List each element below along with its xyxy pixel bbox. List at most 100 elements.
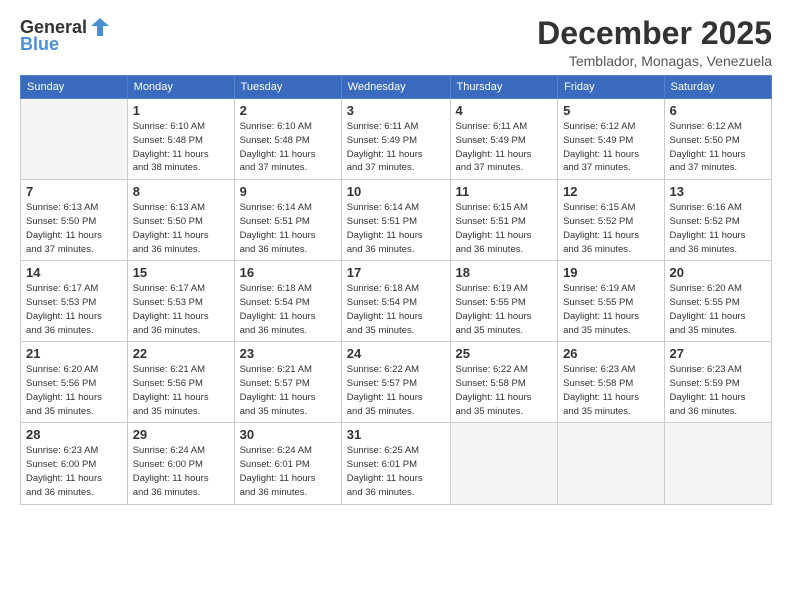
day-number: 19 xyxy=(563,265,658,280)
day-number: 27 xyxy=(670,346,766,361)
month-title: December 2025 xyxy=(537,16,772,51)
table-row: 23 Sunrise: 6:21 AM Sunset: 5:57 PM Dayli… xyxy=(234,342,341,423)
day-number: 20 xyxy=(670,265,766,280)
day-number: 31 xyxy=(347,427,445,442)
day-info: Sunrise: 6:18 AM Sunset: 5:54 PM Dayligh… xyxy=(347,282,445,337)
day-info: Sunrise: 6:10 AM Sunset: 5:48 PM Dayligh… xyxy=(240,120,336,175)
table-row: 18 Sunrise: 6:19 AM Sunset: 5:55 PM Dayli… xyxy=(450,261,558,342)
day-info: Sunrise: 6:12 AM Sunset: 5:50 PM Dayligh… xyxy=(670,120,766,175)
day-info: Sunrise: 6:21 AM Sunset: 5:57 PM Dayligh… xyxy=(240,363,336,418)
table-row: 1Sunrise: 6:10 AM Sunset: 5:48 PM Daylig… xyxy=(127,99,234,180)
day-info: Sunrise: 6:22 AM Sunset: 5:57 PM Dayligh… xyxy=(347,363,445,418)
day-number: 12 xyxy=(563,184,658,199)
day-info: Sunrise: 6:24 AM Sunset: 6:01 PM Dayligh… xyxy=(240,444,336,499)
day-info: Sunrise: 6:15 AM Sunset: 5:51 PM Dayligh… xyxy=(456,201,553,256)
day-number: 4 xyxy=(456,103,553,118)
day-info: Sunrise: 6:14 AM Sunset: 5:51 PM Dayligh… xyxy=(240,201,336,256)
day-info: Sunrise: 6:20 AM Sunset: 5:56 PM Dayligh… xyxy=(26,363,122,418)
day-number: 1 xyxy=(133,103,229,118)
header-row: Sunday Monday Tuesday Wednesday Thursday… xyxy=(21,76,772,99)
table-row: 14 Sunrise: 6:17 AM Sunset: 5:53 PM Dayli… xyxy=(21,261,128,342)
day-info: Sunrise: 6:24 AM Sunset: 6:00 PM Dayligh… xyxy=(133,444,229,499)
table-row: 16 Sunrise: 6:18 AM Sunset: 5:54 PM Dayli… xyxy=(234,261,341,342)
table-row: 15 Sunrise: 6:17 AM Sunset: 5:53 PM Dayli… xyxy=(127,261,234,342)
table-row: 11 Sunrise: 6:15 AM Sunset: 5:51 PM Dayli… xyxy=(450,180,558,261)
day-number: 22 xyxy=(133,346,229,361)
table-row: 29 Sunrise: 6:24 AM Sunset: 6:00 PM Dayli… xyxy=(127,423,234,504)
header-friday: Friday xyxy=(558,76,664,99)
day-number: 23 xyxy=(240,346,336,361)
location-subtitle: Temblador, Monagas, Venezuela xyxy=(537,53,772,69)
day-info: Sunrise: 6:13 AM Sunset: 5:50 PM Dayligh… xyxy=(26,201,122,256)
day-info: Sunrise: 6:13 AM Sunset: 5:50 PM Dayligh… xyxy=(133,201,229,256)
day-info: Sunrise: 6:19 AM Sunset: 5:55 PM Dayligh… xyxy=(456,282,553,337)
table-row: 22 Sunrise: 6:21 AM Sunset: 5:56 PM Dayli… xyxy=(127,342,234,423)
day-info: Sunrise: 6:25 AM Sunset: 6:01 PM Dayligh… xyxy=(347,444,445,499)
table-row: 2 Sunrise: 6:10 AM Sunset: 5:48 PM Daylig… xyxy=(234,99,341,180)
logo-blue: Blue xyxy=(20,34,59,55)
day-number: 10 xyxy=(347,184,445,199)
table-row: 4 Sunrise: 6:11 AM Sunset: 5:49 PM Daylig… xyxy=(450,99,558,180)
day-number: 14 xyxy=(26,265,122,280)
logo-area: General Blue xyxy=(20,16,111,55)
day-number: 9 xyxy=(240,184,336,199)
day-number: 24 xyxy=(347,346,445,361)
table-row: 13 Sunrise: 6:16 AM Sunset: 5:52 PM Dayli… xyxy=(664,180,771,261)
day-info: Sunrise: 6:12 AM Sunset: 5:49 PM Dayligh… xyxy=(563,120,658,175)
table-row: 10 Sunrise: 6:14 AM Sunset: 5:51 PM Dayli… xyxy=(341,180,450,261)
logo-bird-icon xyxy=(89,16,111,38)
table-row: 5Sunrise: 6:12 AM Sunset: 5:49 PM Daylig… xyxy=(558,99,664,180)
day-info: Sunrise: 6:23 AM Sunset: 5:59 PM Dayligh… xyxy=(670,363,766,418)
header-thursday: Thursday xyxy=(450,76,558,99)
table-row: 26Sunrise: 6:23 AM Sunset: 5:58 PM Dayli… xyxy=(558,342,664,423)
day-number: 15 xyxy=(133,265,229,280)
day-number: 6 xyxy=(670,103,766,118)
day-info: Sunrise: 6:19 AM Sunset: 5:55 PM Dayligh… xyxy=(563,282,658,337)
day-info: Sunrise: 6:23 AM Sunset: 6:00 PM Dayligh… xyxy=(26,444,122,499)
table-row: 28 Sunrise: 6:23 AM Sunset: 6:00 PM Dayli… xyxy=(21,423,128,504)
day-info: Sunrise: 6:11 AM Sunset: 5:49 PM Dayligh… xyxy=(347,120,445,175)
page: General Blue December 2025 Temblador, Mo… xyxy=(0,0,792,612)
day-number: 3 xyxy=(347,103,445,118)
day-number: 16 xyxy=(240,265,336,280)
day-info: Sunrise: 6:20 AM Sunset: 5:55 PM Dayligh… xyxy=(670,282,766,337)
day-info: Sunrise: 6:23 AM Sunset: 5:58 PM Dayligh… xyxy=(563,363,658,418)
day-info: Sunrise: 6:21 AM Sunset: 5:56 PM Dayligh… xyxy=(133,363,229,418)
table-row: 7Sunrise: 6:13 AM Sunset: 5:50 PM Daylig… xyxy=(21,180,128,261)
day-info: Sunrise: 6:11 AM Sunset: 5:49 PM Dayligh… xyxy=(456,120,553,175)
header-saturday: Saturday xyxy=(664,76,771,99)
day-info: Sunrise: 6:16 AM Sunset: 5:52 PM Dayligh… xyxy=(670,201,766,256)
table-row: 21 Sunrise: 6:20 AM Sunset: 5:56 PM Dayli… xyxy=(21,342,128,423)
table-row: 6 Sunrise: 6:12 AM Sunset: 5:50 PM Daylig… xyxy=(664,99,771,180)
day-number: 21 xyxy=(26,346,122,361)
header-monday: Monday xyxy=(127,76,234,99)
day-number: 28 xyxy=(26,427,122,442)
day-number: 2 xyxy=(240,103,336,118)
day-info: Sunrise: 6:18 AM Sunset: 5:54 PM Dayligh… xyxy=(240,282,336,337)
day-number: 11 xyxy=(456,184,553,199)
day-number: 13 xyxy=(670,184,766,199)
day-number: 18 xyxy=(456,265,553,280)
day-info: Sunrise: 6:14 AM Sunset: 5:51 PM Dayligh… xyxy=(347,201,445,256)
calendar-table: Sunday Monday Tuesday Wednesday Thursday… xyxy=(20,75,772,504)
day-number: 25 xyxy=(456,346,553,361)
day-info: Sunrise: 6:22 AM Sunset: 5:58 PM Dayligh… xyxy=(456,363,553,418)
table-row: 8Sunrise: 6:13 AM Sunset: 5:50 PM Daylig… xyxy=(127,180,234,261)
table-row: 3 Sunrise: 6:11 AM Sunset: 5:49 PM Daylig… xyxy=(341,99,450,180)
table-row xyxy=(558,423,664,504)
table-row: 17Sunrise: 6:18 AM Sunset: 5:54 PM Dayli… xyxy=(341,261,450,342)
header-tuesday: Tuesday xyxy=(234,76,341,99)
table-row xyxy=(21,99,128,180)
table-row: 31 Sunrise: 6:25 AM Sunset: 6:01 PM Dayli… xyxy=(341,423,450,504)
table-row: 27 Sunrise: 6:23 AM Sunset: 5:59 PM Dayli… xyxy=(664,342,771,423)
title-area: December 2025 Temblador, Monagas, Venezu… xyxy=(537,16,772,69)
header: General Blue December 2025 Temblador, Mo… xyxy=(20,16,772,69)
table-row xyxy=(664,423,771,504)
day-info: Sunrise: 6:17 AM Sunset: 5:53 PM Dayligh… xyxy=(26,282,122,337)
table-row: 12Sunrise: 6:15 AM Sunset: 5:52 PM Dayli… xyxy=(558,180,664,261)
header-wednesday: Wednesday xyxy=(341,76,450,99)
day-number: 30 xyxy=(240,427,336,442)
table-row: 25 Sunrise: 6:22 AM Sunset: 5:58 PM Dayli… xyxy=(450,342,558,423)
day-info: Sunrise: 6:17 AM Sunset: 5:53 PM Dayligh… xyxy=(133,282,229,337)
day-number: 29 xyxy=(133,427,229,442)
